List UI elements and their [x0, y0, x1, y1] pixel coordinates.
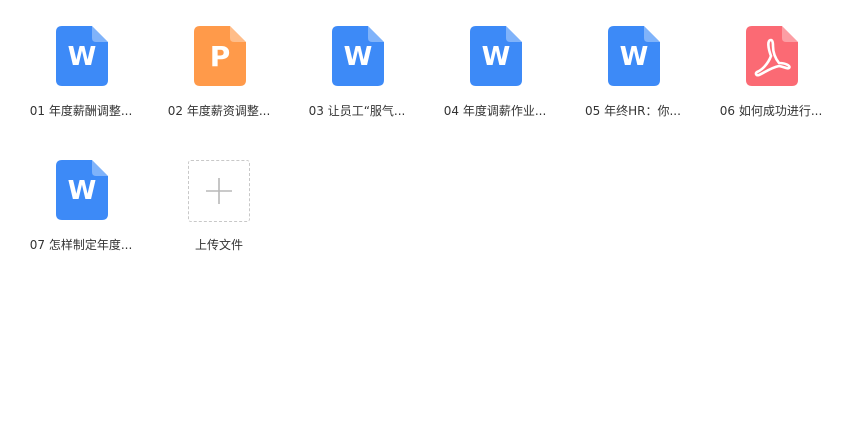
- file-name: 07 怎样制定年度...: [29, 238, 133, 252]
- file-item-07[interactable]: W 07 怎样制定年度...: [12, 158, 150, 276]
- file-item-03[interactable]: W 03 让员工“服气...: [288, 24, 426, 142]
- file-name: 06 如何成功进行...: [719, 104, 823, 118]
- svg-text:W: W: [68, 176, 97, 206]
- svg-text:W: W: [68, 42, 97, 72]
- file-item-01[interactable]: W 01 年度薪酬调整...: [12, 24, 150, 142]
- pdf-doc-icon: [746, 26, 798, 86]
- file-item-04[interactable]: W 04 年度调薪作业...: [426, 24, 564, 142]
- file-name: 03 让员工“服气...: [308, 104, 406, 118]
- upload-button[interactable]: [188, 160, 250, 222]
- word-doc-icon: W: [56, 160, 108, 220]
- word-doc-icon: W: [608, 26, 660, 86]
- plus-icon: [206, 178, 232, 204]
- file-name: 05 年终HR：你...: [585, 104, 681, 118]
- upload-item[interactable]: 上传文件: [150, 24, 288, 260]
- word-doc-icon: W: [56, 26, 108, 86]
- file-name: 04 年度调薪作业...: [443, 104, 547, 118]
- word-doc-icon: W: [470, 26, 522, 86]
- svg-text:W: W: [620, 42, 649, 72]
- file-item-06[interactable]: 06 如何成功进行...: [702, 24, 840, 142]
- word-doc-icon: W: [332, 26, 384, 86]
- file-item-05[interactable]: W 05 年终HR：你...: [564, 24, 702, 142]
- upload-label: 上传文件: [194, 238, 243, 252]
- svg-text:W: W: [482, 42, 511, 72]
- svg-text:W: W: [344, 42, 373, 72]
- file-name: 01 年度薪酬调整...: [29, 104, 133, 118]
